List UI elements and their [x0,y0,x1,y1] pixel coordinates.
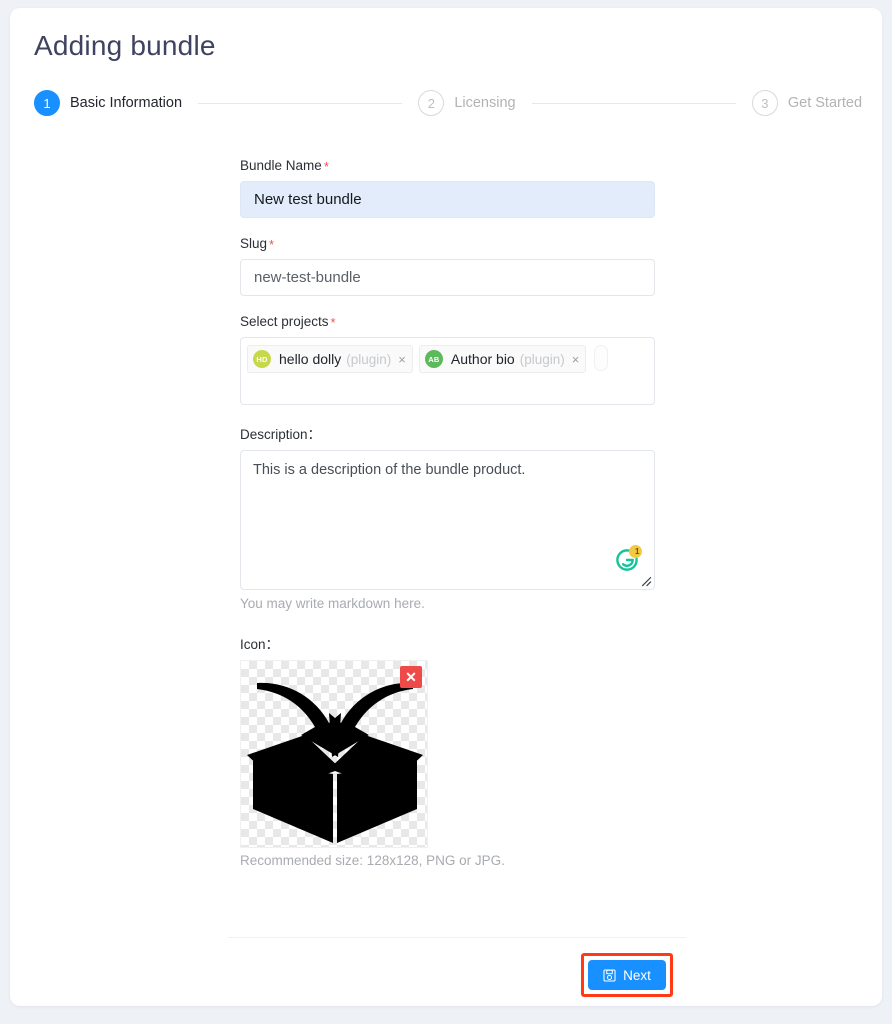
step-label-basic-information: Basic Information [70,95,183,111]
step-item-2[interactable]: 2 Licensing [418,90,516,116]
label-bundle-name-text: Bundle Name [240,158,322,173]
avatar-author-bio: AB [424,350,443,368]
project-chip-author-bio[interactable]: AB Author bio (plugin) × [418,345,587,373]
label-select-projects: Select projects * [240,314,665,330]
label-description: Description： [240,427,322,442]
required-asterisk-slug: * [269,237,275,252]
label-select-projects-text: Select projects [240,314,329,329]
select-projects-box[interactable]: HD hello dolly (plugin) × AB Author bio … [240,337,655,405]
bundle-wizard-card: Adding bundle 1 Basic Information 2 Lice… [10,8,882,1006]
project-chip-name-author-bio: Author bio [450,351,515,367]
field-bundle-name: Bundle Name * New test bundle [240,158,665,218]
next-button[interactable]: Next [588,960,666,990]
icon-caption: Recommended size: 128x128, PNG or JPG. [240,853,505,868]
field-slug: Slug * new-test-bundle [240,236,665,296]
input-bundle-name-value: New test bundle [254,191,362,208]
save-icon [603,968,616,982]
next-button-label: Next [623,967,651,983]
step-label-licensing: Licensing [454,95,516,111]
label-slug: Slug * [240,236,665,252]
project-chip-hello-dolly[interactable]: HD hello dolly (plugin) × [247,345,413,373]
input-slug-value: new-test-bundle [254,269,361,286]
step-item-3[interactable]: 3 Get Started [751,90,863,116]
textarea-description-value: This is a description of the bundle prod… [253,462,526,478]
delete-icon-button[interactable]: ✕ [400,666,422,688]
input-slug[interactable]: new-test-bundle [240,259,655,296]
remove-icon-hello-dolly[interactable]: × [398,353,406,366]
step-number-1: 1 [34,90,60,116]
project-chip-kind-hello-dolly: (plugin) [346,351,392,367]
step-connector-2 [531,102,736,104]
grammarly-badge-count: 1 [635,546,640,556]
icon-preview[interactable]: ✕ [240,660,428,848]
select-projects-input[interactable] [594,345,609,371]
label-icon: Icon： [240,637,280,652]
label-slug-text: Slug [240,236,268,251]
description-helper-text: You may write markdown here. [240,596,425,611]
remove-icon-author-bio[interactable]: × [572,353,580,366]
step-number-2: 2 [418,90,445,116]
field-icon: Icon： ✕ Recommended size: 128x128, PNG o… [240,633,665,868]
project-chip-name-hello-dolly: hello dolly [279,351,342,367]
resize-grip-icon[interactable] [639,574,652,587]
bundle-box-icon [247,682,423,843]
step-connector-1 [198,102,403,104]
page-title: Adding bundle [34,30,216,61]
field-select-projects: Select projects * HD hello dolly (plugin)… [240,314,665,405]
step-indicator: 1 Basic Information 2 Licensing 3 Get St… [34,90,862,116]
step-item-1[interactable]: 1 Basic Information [34,90,182,116]
required-asterisk-bundle-name: * [323,159,329,174]
field-description: Description： This is a description of th… [240,423,665,611]
grammarly-icon[interactable]: 1 [616,545,642,571]
step-number-3: 3 [751,90,778,116]
step-label-get-started: Get Started [787,95,863,111]
label-bundle-name: Bundle Name * [240,158,665,174]
project-chip-kind-author-bio: (plugin) [519,351,565,367]
required-asterisk-select-projects: * [330,315,336,330]
textarea-description[interactable]: This is a description of the bundle prod… [240,450,655,590]
input-bundle-name[interactable]: New test bundle [240,181,655,218]
avatar-hello-dolly: HD [253,350,271,368]
footer-divider [228,937,686,938]
page-background: Adding bundle 1 Basic Information 2 Lice… [0,0,892,1024]
bundle-form: Bundle Name * New test bundle Slug * new-t… [240,158,665,886]
